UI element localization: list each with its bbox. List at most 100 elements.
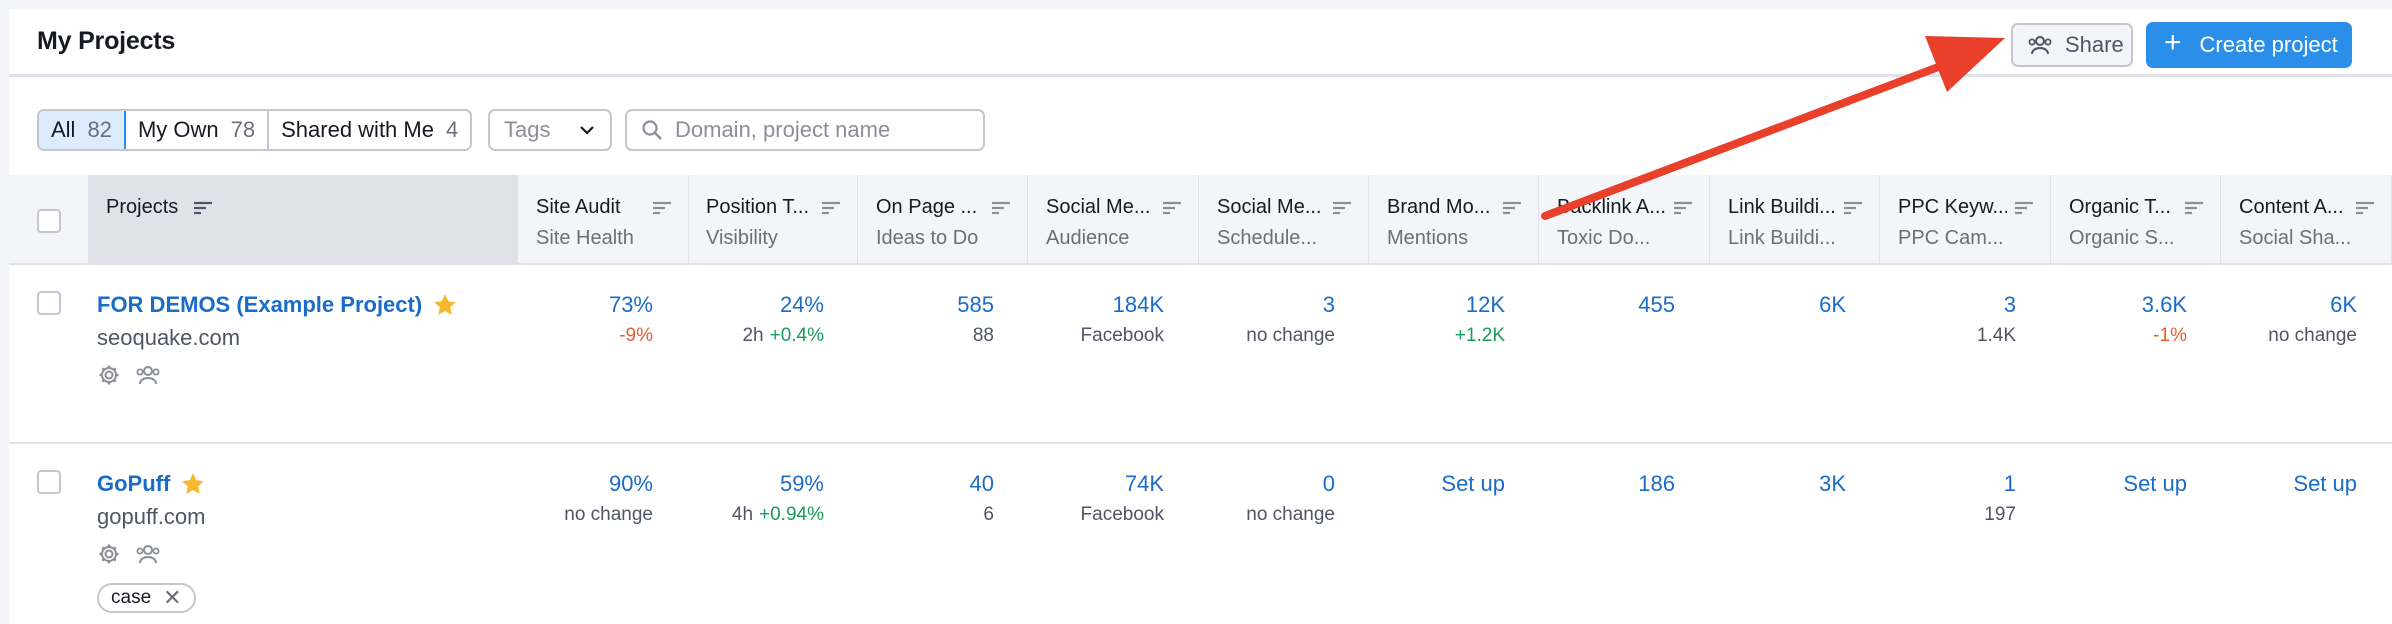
- sort-icon[interactable]: [821, 200, 841, 216]
- table-row: GoPuff gopuff.com case ✕ 90% no change 59%…: [9, 444, 2392, 624]
- metric-cell: 73% -9%: [609, 292, 653, 347]
- metric-cell: Set up: [2293, 471, 2357, 497]
- metric-secondary: Facebook: [1080, 504, 1164, 525]
- column-subtitle: Mentions: [1387, 227, 1469, 249]
- column-header[interactable]: Social Me... Audience: [1028, 175, 1199, 265]
- metric-value[interactable]: 3.6K: [2142, 292, 2187, 318]
- filter-tab-shared-with-me[interactable]: Shared with Me 4: [269, 111, 471, 149]
- column-header[interactable]: Brand Mo... Mentions: [1369, 175, 1539, 265]
- users-icon[interactable]: [135, 542, 161, 566]
- share-button-label: Share: [2065, 32, 2124, 57]
- column-header[interactable]: Organic T... Organic S...: [2051, 175, 2221, 265]
- sort-icon[interactable]: [1843, 200, 1863, 216]
- metric-subtext: no change: [2268, 325, 2357, 347]
- users-icon[interactable]: [135, 363, 161, 387]
- metric-value[interactable]: 6K: [2268, 292, 2357, 318]
- metric-cell: 3K: [1819, 471, 1846, 497]
- sort-icon[interactable]: [1673, 200, 1693, 216]
- sort-icon[interactable]: [991, 200, 1011, 216]
- sort-icon[interactable]: [2184, 200, 2204, 216]
- column-header[interactable]: Backlink A... Toxic Do...: [1539, 175, 1710, 265]
- search-input[interactable]: [675, 117, 965, 143]
- metric-value[interactable]: 40: [970, 471, 994, 497]
- share-button[interactable]: Share: [2011, 23, 2133, 67]
- gear-icon[interactable]: [97, 363, 121, 387]
- filter-tab-label: Shared with Me: [281, 117, 434, 142]
- metric-value[interactable]: 1: [1984, 471, 2016, 497]
- metric-value[interactable]: 3K: [1819, 471, 1846, 497]
- metric-subtext: no change: [1246, 325, 1335, 347]
- metric-cell: 59% 4h +0.94%: [732, 471, 824, 526]
- project-search: [625, 109, 985, 151]
- create-project-button[interactable]: + Create project: [2146, 22, 2352, 68]
- sort-icon[interactable]: [1502, 200, 1522, 216]
- project-name-link[interactable]: GoPuff: [97, 471, 206, 497]
- metric-value[interactable]: Set up: [2293, 471, 2357, 497]
- metric-value[interactable]: 24%: [742, 292, 824, 318]
- column-header[interactable]: Link Buildi... Link Buildi...: [1710, 175, 1880, 265]
- row-checkbox[interactable]: [37, 470, 61, 494]
- metric-cell: 3 1.4K: [1977, 292, 2016, 347]
- metric-value[interactable]: 184K: [1081, 292, 1164, 318]
- filter-tab-count: 82: [87, 117, 112, 142]
- metric-value[interactable]: 186: [1638, 471, 1675, 497]
- metric-value[interactable]: 90%: [564, 471, 653, 497]
- column-header[interactable]: Social Me... Schedule...: [1199, 175, 1369, 265]
- metric-value[interactable]: 73%: [609, 292, 653, 318]
- project-domain: seoquake.com: [97, 325, 241, 350]
- metric-secondary: 6: [983, 504, 994, 525]
- metric-cell: 0 no change: [1246, 471, 1335, 526]
- metric-value[interactable]: 3: [1246, 292, 1335, 318]
- metric-subtext: 1.4K: [1977, 325, 2016, 347]
- metric-value[interactable]: 6K: [1819, 292, 1846, 318]
- star-icon[interactable]: [180, 471, 206, 497]
- projects-panel: My Projects Share + Create project All 8…: [9, 9, 2392, 624]
- sort-icon[interactable]: [1162, 200, 1182, 216]
- gear-icon[interactable]: [97, 542, 121, 566]
- close-icon[interactable]: ✕: [163, 585, 181, 611]
- column-title: Backlink A...: [1557, 196, 1666, 218]
- project-name-link[interactable]: FOR DEMOS (Example Project): [97, 292, 458, 318]
- metric-value[interactable]: 59%: [732, 471, 824, 497]
- column-title: Content A...: [2239, 196, 2344, 218]
- column-header[interactable]: Position T... Visibility: [688, 175, 858, 265]
- sort-icon[interactable]: [652, 200, 672, 216]
- metric-value[interactable]: 585: [957, 292, 994, 318]
- row-checkbox[interactable]: [37, 291, 61, 315]
- filter-tab-all[interactable]: All 82: [39, 111, 126, 149]
- plus-icon: +: [2164, 26, 2182, 59]
- table-header: Projects Site Audit Site Health Position T.…: [9, 175, 2392, 265]
- column-header[interactable]: Content A... Social Sha...: [2221, 175, 2392, 265]
- metric-value[interactable]: 0: [1246, 471, 1335, 497]
- column-header[interactable]: Site Audit Site Health: [518, 175, 689, 265]
- metric-cell: 184K Facebook: [1081, 292, 1164, 347]
- metric-value[interactable]: 12K: [1455, 292, 1505, 318]
- metric-cell: Set up: [2123, 471, 2187, 497]
- metric-value[interactable]: 3: [1977, 292, 2016, 318]
- sort-icon[interactable]: [2355, 200, 2375, 216]
- filter-tab-my-own[interactable]: My Own 78: [125, 111, 270, 149]
- metric-value[interactable]: 74K: [1081, 471, 1164, 497]
- metric-subtext: Facebook: [1081, 504, 1164, 526]
- column-header[interactable]: On Page ... Ideas to Do: [858, 175, 1028, 265]
- sort-icon[interactable]: [1332, 200, 1352, 216]
- select-all-checkbox[interactable]: [37, 209, 61, 233]
- metric-value[interactable]: Set up: [2123, 471, 2187, 497]
- column-header[interactable]: PPC Keyw... PPC Cam...: [1880, 175, 2051, 265]
- column-title: Social Me...: [1046, 196, 1151, 218]
- column-header[interactable]: Projects: [88, 175, 518, 265]
- metric-subtext: 6: [970, 504, 994, 526]
- column-title: Site Audit: [536, 196, 621, 218]
- star-icon[interactable]: [432, 292, 458, 318]
- metric-secondary: Facebook: [1080, 325, 1164, 346]
- metric-subtext: -9%: [609, 325, 653, 347]
- table-row: FOR DEMOS (Example Project) seoquake.com…: [9, 265, 2392, 444]
- sort-icon[interactable]: [193, 200, 213, 216]
- metric-value[interactable]: Set up: [1441, 471, 1505, 497]
- column-title: Organic T...: [2069, 196, 2171, 218]
- sort-icon[interactable]: [2014, 200, 2034, 216]
- tags-dropdown[interactable]: Tags: [488, 109, 612, 151]
- project-tag-label: case: [111, 587, 152, 608]
- metric-value[interactable]: 455: [1638, 292, 1675, 318]
- page-header: My Projects Share + Create project: [9, 9, 2392, 77]
